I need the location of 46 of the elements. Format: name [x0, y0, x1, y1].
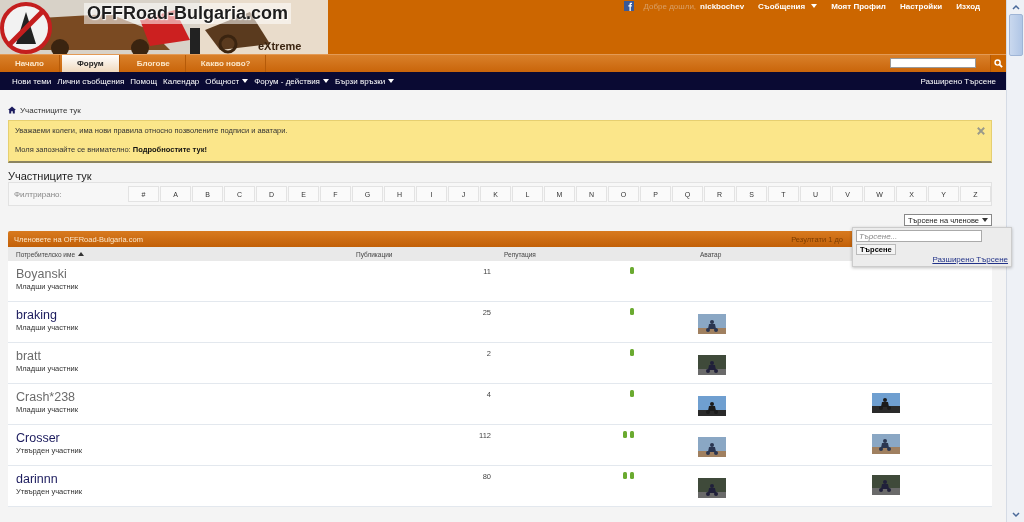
scroll-thumb[interactable]: [1008, 14, 1023, 56]
caret-icon: [322, 79, 329, 83]
nav-link[interactable]: Лични съобщения: [57, 76, 125, 86]
member-name-link[interactable]: darinnn: [16, 472, 58, 486]
advanced-search-link[interactable]: Разширено Търсене: [920, 76, 996, 86]
sort-arrow-icon: [78, 252, 85, 256]
member-name-link[interactable]: bratt: [16, 349, 41, 363]
member-name-link[interactable]: Crash*238: [16, 390, 76, 404]
scroll-down-icon[interactable]: [1011, 512, 1020, 518]
reputation-pip-icon: [630, 349, 634, 356]
search-button[interactable]: [990, 55, 1006, 72]
username-link[interactable]: nickbochev: [700, 1, 745, 11]
member-name-link[interactable]: Crosser: [16, 431, 60, 445]
reputation-pip-icon: [630, 308, 634, 315]
caret-icon: [982, 218, 988, 222]
caret-icon: [242, 79, 249, 83]
advanced-search-link[interactable]: Разширено Търсене: [932, 255, 1008, 264]
nav-link[interactable]: Помощ: [130, 76, 158, 86]
caret-icon: [388, 79, 395, 83]
nav-link[interactable]: Календар: [163, 76, 200, 86]
nav-link[interactable]: Нови теми: [12, 76, 52, 86]
nav-link[interactable]: Общност: [205, 76, 249, 86]
site-logo-text[interactable]: OFFRoad-Bulgaria.com: [84, 3, 291, 24]
user-link[interactable]: Настройки: [899, 1, 943, 11]
breadcrumb-link[interactable]: Участниците тук: [20, 105, 81, 115]
messages-menu[interactable]: Съобщения: [758, 1, 818, 11]
facebook-icon[interactable]: [623, 1, 634, 11]
reputation-pip-icon: [630, 267, 634, 274]
user-link[interactable]: Моят Профил: [831, 1, 886, 11]
reputation-pip-icon: [630, 390, 634, 397]
member-name-link[interactable]: braking: [16, 308, 57, 322]
search-icon: [994, 59, 1003, 68]
filter-label: Филтрирано:: [14, 189, 63, 199]
page-heading: Участниците тук: [8, 170, 93, 182]
caret-icon: [811, 4, 818, 8]
user-link[interactable]: Изход: [956, 1, 980, 11]
member-name-link[interactable]: Boyanski: [16, 267, 67, 281]
nav-tab[interactable]: Форум: [62, 55, 120, 72]
greeting-text: Добре дошли,: [643, 1, 697, 11]
nav-link[interactable]: Бързи връзки: [334, 76, 395, 86]
nav-link[interactable]: Форум - действия: [254, 76, 329, 86]
home-icon[interactable]: [8, 106, 16, 114]
search-field[interactable]: [890, 58, 976, 68]
scroll-up-icon[interactable]: [1011, 4, 1020, 10]
scrollbar[interactable]: [1006, 0, 1024, 522]
member-search-field[interactable]: Търсене...: [856, 230, 982, 242]
